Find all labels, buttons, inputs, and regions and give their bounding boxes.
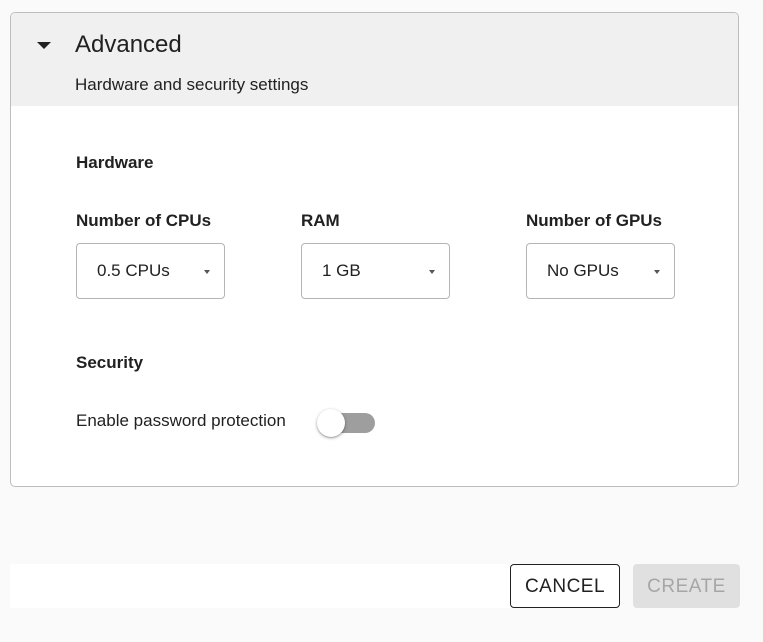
caret-down-icon[interactable] xyxy=(37,42,51,49)
dropdown-arrow-icon xyxy=(654,270,660,274)
cpu-select[interactable]: 0.5 CPUs xyxy=(76,243,225,299)
gpu-label: Number of GPUs xyxy=(526,211,663,230)
footer-spacer xyxy=(10,564,525,608)
panel-title: Advanced xyxy=(75,31,182,58)
create-button[interactable]: CREATE xyxy=(633,564,740,608)
security-heading: Security xyxy=(76,353,144,372)
cpu-label: Number of CPUs xyxy=(76,211,212,230)
panel-subtitle: Hardware and security settings xyxy=(75,75,309,94)
toggle-thumb[interactable] xyxy=(317,409,345,437)
ram-label: RAM xyxy=(301,211,340,230)
hardware-heading: Hardware xyxy=(76,153,154,172)
password-protection-label: Enable password protection xyxy=(76,411,286,430)
gpu-select[interactable]: No GPUs xyxy=(526,243,675,299)
ram-select-value: 1 GB xyxy=(322,261,361,280)
ram-select[interactable]: 1 GB xyxy=(301,243,450,299)
advanced-settings-panel: Advanced Hardware and security settings … xyxy=(10,12,739,487)
advanced-panel-header[interactable]: Advanced Hardware and security settings xyxy=(11,13,738,106)
cancel-button[interactable]: CANCEL xyxy=(510,564,620,608)
cpu-select-value: 0.5 CPUs xyxy=(97,261,170,280)
password-protection-toggle[interactable] xyxy=(315,407,375,439)
dropdown-arrow-icon xyxy=(429,270,435,274)
gpu-select-value: No GPUs xyxy=(547,261,619,280)
dropdown-arrow-icon xyxy=(204,270,210,274)
